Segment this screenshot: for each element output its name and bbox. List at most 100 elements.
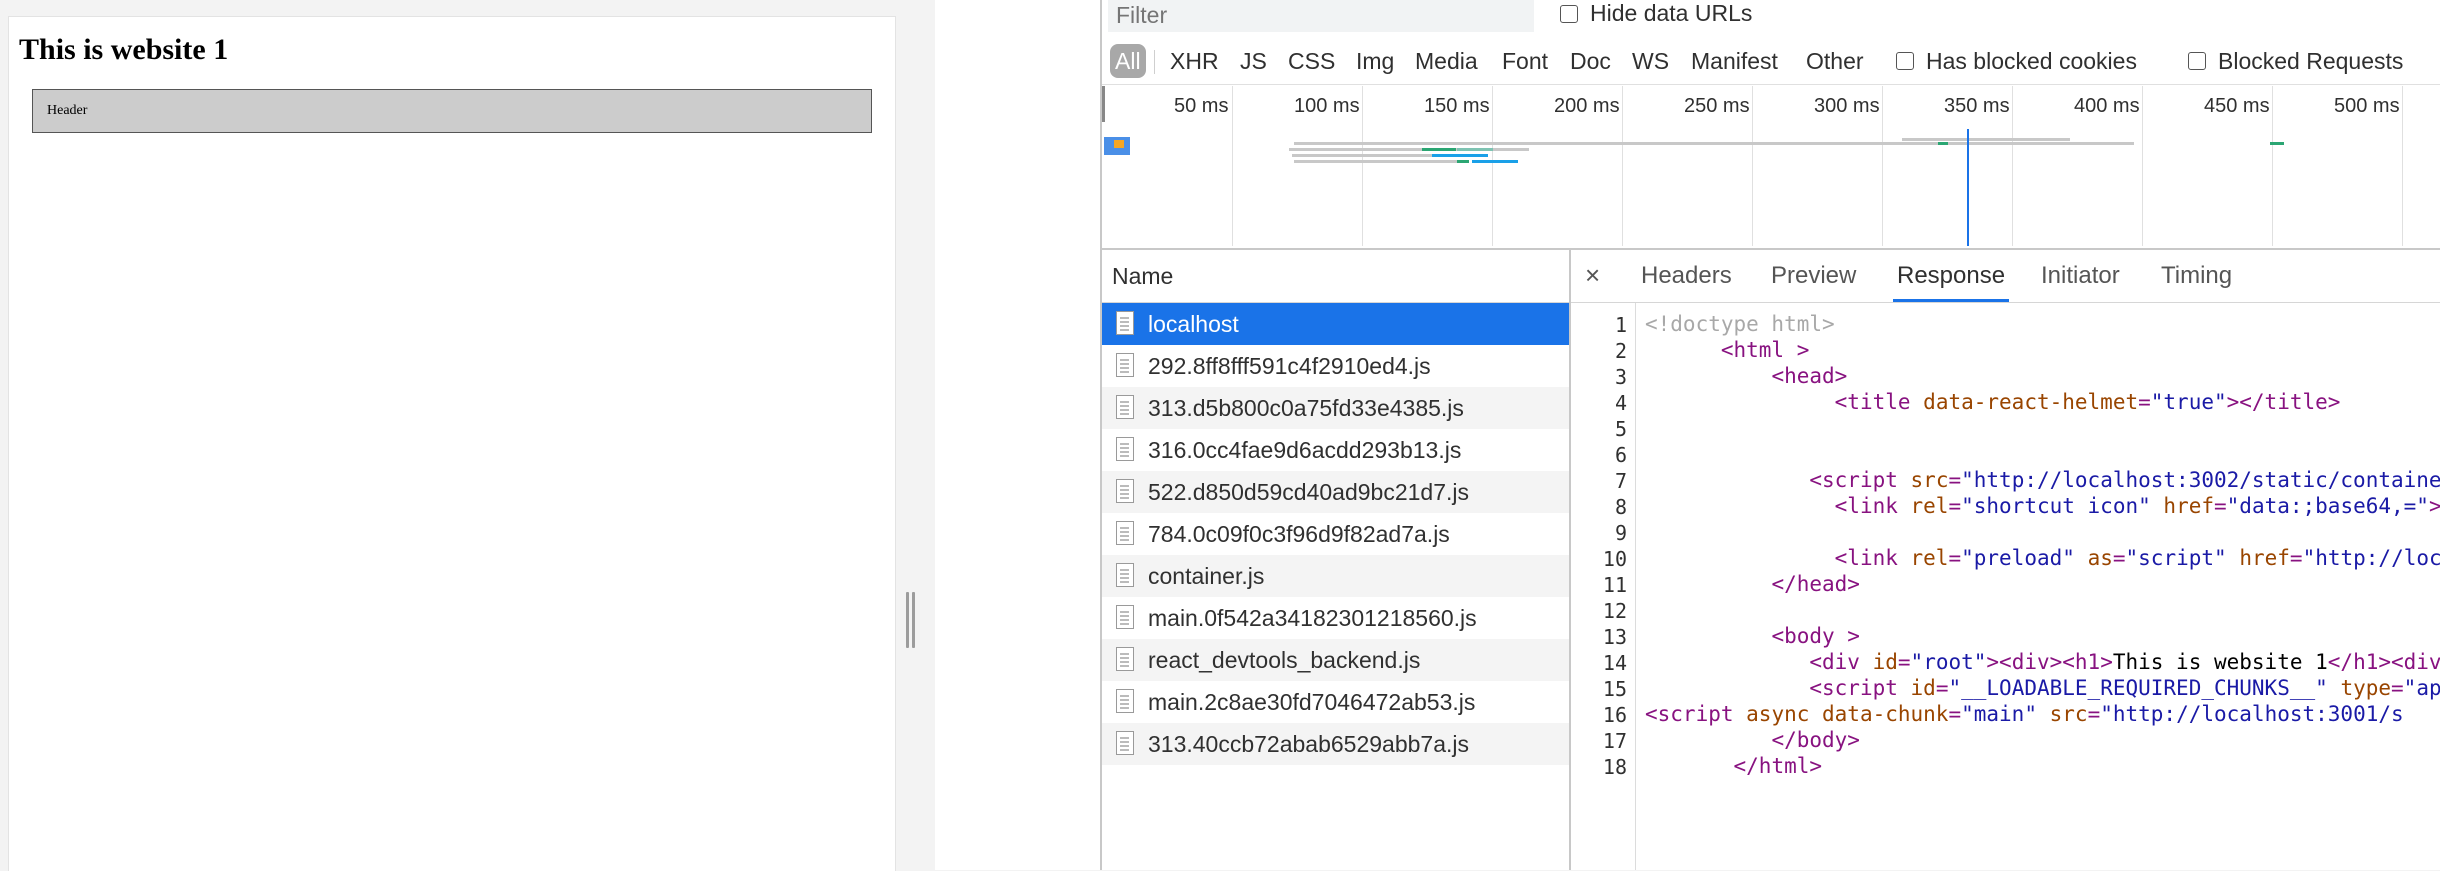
line-number-gutter: 1 2 3 4 5 6 7 8 9 10 11 12 13 14 15 16 1…: [1571, 303, 1636, 870]
type-filter-other[interactable]: Other: [1806, 44, 1864, 78]
timeline-bar: [1457, 160, 1469, 163]
blocked-requests-checkbox[interactable]: Blocked Requests: [2188, 44, 2403, 78]
code-line: <script id="__LOADABLE_REQUIRED_CHUNKS__…: [1809, 676, 2440, 700]
timeline-bar: [1472, 160, 1518, 163]
type-filter-img[interactable]: Img: [1356, 44, 1394, 78]
resource-type-filter: All XHR JS CSS Img Media Font Doc WS Man…: [1102, 38, 2440, 85]
code-line: <html >: [1720, 338, 1810, 362]
timeline-bar: [1294, 160, 1462, 163]
code-line: <!doctype html>: [1645, 312, 1835, 336]
code-line: </html>: [1733, 754, 1823, 778]
request-row[interactable]: localhost: [1102, 303, 1569, 345]
tab-initiator[interactable]: Initiator: [2041, 250, 2120, 302]
hide-data-urls-checkbox[interactable]: Hide data URLs: [1560, 0, 1752, 27]
type-filter-media[interactable]: Media: [1415, 44, 1478, 78]
type-filter-font[interactable]: Font: [1502, 44, 1548, 78]
document-icon: [1116, 353, 1134, 377]
code-line: </body>: [1771, 728, 1860, 752]
request-row[interactable]: container.js: [1102, 555, 1569, 597]
tick-line: [1752, 86, 1753, 246]
line-number: 18: [1602, 755, 1627, 779]
page-canvas: This is website 1 Header: [8, 16, 896, 871]
line-number: 4: [1614, 391, 1627, 415]
request-row[interactable]: main.2c8ae30fd7046472ab53.js: [1102, 681, 1569, 723]
detail-tab-bar: × Headers Preview Response Initiator Tim…: [1571, 250, 2440, 303]
code-line: <link rel="preload" as="script" href="ht…: [1834, 546, 2440, 570]
code-line: <script src="http://localhost:3002/stati…: [1809, 468, 2440, 492]
line-number: 7: [1614, 469, 1627, 493]
tab-response[interactable]: Response: [1893, 250, 2010, 302]
has-blocked-cookies-checkbox[interactable]: Has blocked cookies: [1896, 44, 2137, 78]
tab-headers[interactable]: Headers: [1641, 250, 1732, 302]
request-row[interactable]: main.0f542a34182301218560.js: [1102, 597, 1569, 639]
request-row[interactable]: 522.d850d59cd40ad9bc21d7.js: [1102, 471, 1569, 513]
line-number: 2: [1614, 339, 1627, 363]
document-icon: [1116, 479, 1134, 503]
tick-label: 250 ms: [1684, 95, 1750, 117]
request-row[interactable]: 316.0cc4fae9d6acdd293b13.js: [1102, 429, 1569, 471]
tab-timing[interactable]: Timing: [2161, 250, 2232, 302]
viewport-resize-handle[interactable]: [906, 592, 916, 648]
network-overview-timeline[interactable]: 50 ms 100 ms 150 ms 200 ms 250 ms 300 ms…: [1102, 86, 2440, 250]
tick-line: [1362, 86, 1363, 246]
line-number: 15: [1602, 677, 1627, 701]
checkbox-icon: [2188, 52, 2206, 70]
close-icon[interactable]: ×: [1585, 260, 1600, 291]
site-header-label: Header: [47, 103, 88, 118]
viewport-gutter: [935, 0, 1100, 870]
line-number: 16: [1602, 703, 1627, 727]
line-number: 8: [1614, 495, 1627, 519]
tick-line: [2142, 86, 2143, 246]
filter-toolbar: Hide data URLs: [1102, 0, 2440, 34]
name-column-header[interactable]: Name: [1102, 250, 1569, 303]
line-number: 3: [1614, 365, 1627, 389]
code-line: <link rel="shortcut icon" href="data:;ba…: [1834, 494, 2440, 518]
type-filter-all[interactable]: All: [1110, 44, 1146, 78]
line-number: 11: [1602, 573, 1627, 597]
type-filter-js[interactable]: JS: [1240, 44, 1267, 78]
document-icon: [1116, 605, 1134, 629]
request-row[interactable]: 313.40ccb72abab6529abb7a.js: [1102, 723, 1569, 765]
tick-label: 150 ms: [1424, 95, 1490, 117]
tick-line: [2402, 86, 2403, 246]
tick-label: 200 ms: [1554, 95, 1620, 117]
request-row[interactable]: react_devtools_backend.js: [1102, 639, 1569, 681]
tick-line: [1622, 86, 1623, 246]
type-filter-ws[interactable]: WS: [1632, 44, 1669, 78]
line-number: 12: [1602, 599, 1627, 623]
code-line: <title data-react-helmet="true"></title>: [1834, 390, 2341, 414]
document-icon: [1116, 689, 1134, 713]
tick-label: 450 ms: [2204, 95, 2270, 117]
code-line: <div id="root"><div><h1>This is website …: [1809, 650, 2440, 674]
timeline-bar: [1114, 140, 1124, 148]
request-row[interactable]: 784.0c09f0c3f96d9f82ad7a.js: [1102, 513, 1569, 555]
line-number: 14: [1602, 651, 1627, 675]
filter-input[interactable]: [1108, 0, 1534, 32]
timeline-bar: [1422, 148, 1456, 151]
tab-preview[interactable]: Preview: [1771, 250, 1856, 302]
tick-label: 350 ms: [1944, 95, 2010, 117]
code-line: <body >: [1771, 624, 1860, 648]
tick-line: [1882, 86, 1883, 246]
checkbox-icon: [1560, 4, 1578, 23]
document-icon: [1116, 311, 1134, 335]
type-filter-xhr[interactable]: XHR: [1170, 44, 1219, 78]
request-row[interactable]: 292.8ff8fff591c4f2910ed4.js: [1102, 345, 1569, 387]
document-icon: [1116, 521, 1134, 545]
timeline-bar: [1294, 142, 2134, 145]
tick-line: [1232, 86, 1233, 246]
line-number: 10: [1602, 547, 1627, 571]
timeline-bar: [1289, 148, 1529, 151]
type-filter-css[interactable]: CSS: [1288, 44, 1335, 78]
code-line: </head>: [1771, 572, 1860, 596]
tick-label: 500 ms: [2334, 95, 2400, 117]
request-row[interactable]: 313.d5b800c0a75fd33e4385.js: [1102, 387, 1569, 429]
line-number: 17: [1602, 729, 1627, 753]
response-source-view[interactable]: <!doctype html> <html > <head> <title da…: [1645, 303, 2440, 870]
devtools-network-panel: Hide data URLs All XHR JS CSS Img Media …: [1100, 0, 2440, 870]
type-filter-doc[interactable]: Doc: [1570, 44, 1611, 78]
type-filter-manifest[interactable]: Manifest: [1691, 44, 1778, 78]
tick-label: 50 ms: [1174, 95, 1229, 117]
tick-label: 400 ms: [2074, 95, 2140, 117]
site-header-box: Header: [32, 89, 872, 133]
